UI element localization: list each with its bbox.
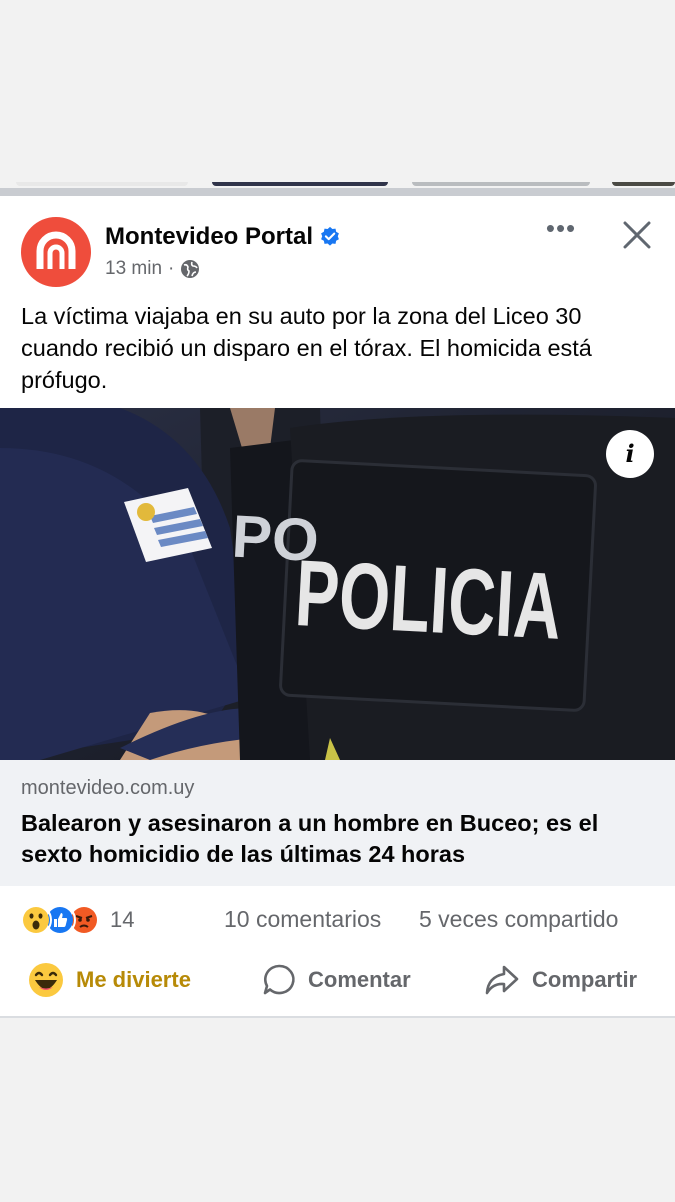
story-tab[interactable] (16, 182, 188, 186)
reactions-summary[interactable]: 14 (20, 902, 134, 938)
reaction-count[interactable]: 14 (110, 907, 134, 933)
comment-label: Comentar (308, 967, 411, 992)
post-image[interactable]: PO POLICIA i (0, 408, 675, 760)
react-button[interactable]: Me divierte (28, 954, 191, 1006)
patch-text: POLICIA (293, 540, 564, 659)
verified-badge-icon (321, 226, 339, 246)
shares-count[interactable]: 5 veces compartido (419, 906, 618, 933)
more-options-button[interactable]: ••• (544, 215, 578, 242)
link-preview[interactable]: montevideo.com.uy Balearon y asesinaron … (0, 760, 675, 886)
story-tab[interactable] (212, 182, 388, 186)
post-card: Montevideo Portal 13 min · ••• La víctim… (0, 196, 675, 1016)
bottom-blank-area (0, 1016, 675, 1202)
montevideo-portal-logo-icon (36, 231, 76, 269)
story-tab[interactable] (612, 182, 675, 186)
story-tab[interactable] (412, 182, 590, 186)
action-bar: Me divierte Comentar Compartir (0, 954, 675, 1006)
page-name[interactable]: Montevideo Portal (105, 223, 341, 251)
react-label: Me divierte (76, 967, 191, 992)
laughing-emoji-icon (29, 963, 63, 997)
meta-separator: · (168, 258, 175, 279)
info-button[interactable]: i (606, 430, 654, 478)
share-label: Compartir (532, 967, 638, 992)
share-button[interactable]: Compartir (484, 954, 637, 1006)
comment-bubble-icon (263, 964, 295, 995)
feed-divider (0, 188, 675, 196)
police-officers-photo: PO POLICIA (0, 408, 675, 760)
top-blank-area (0, 0, 675, 182)
link-domain: montevideo.com.uy (21, 777, 195, 799)
comment-button[interactable]: Comentar (262, 954, 411, 1006)
post-time[interactable]: 13 min (105, 258, 162, 280)
post-text: La víctima viajaba en su auto por la zon… (21, 303, 592, 393)
share-arrow-icon (485, 965, 519, 995)
post-meta: 13 min · (105, 258, 200, 280)
wow-reaction-icon (20, 904, 52, 936)
link-title[interactable]: Balearon y asesinaron a un hombre en Buc… (21, 808, 661, 870)
page-avatar[interactable] (21, 217, 91, 287)
page-name-text[interactable]: Montevideo Portal (105, 223, 313, 251)
comments-count[interactable]: 10 comentarios (224, 906, 381, 933)
globe-icon[interactable] (180, 259, 200, 279)
close-icon[interactable] (620, 218, 654, 252)
